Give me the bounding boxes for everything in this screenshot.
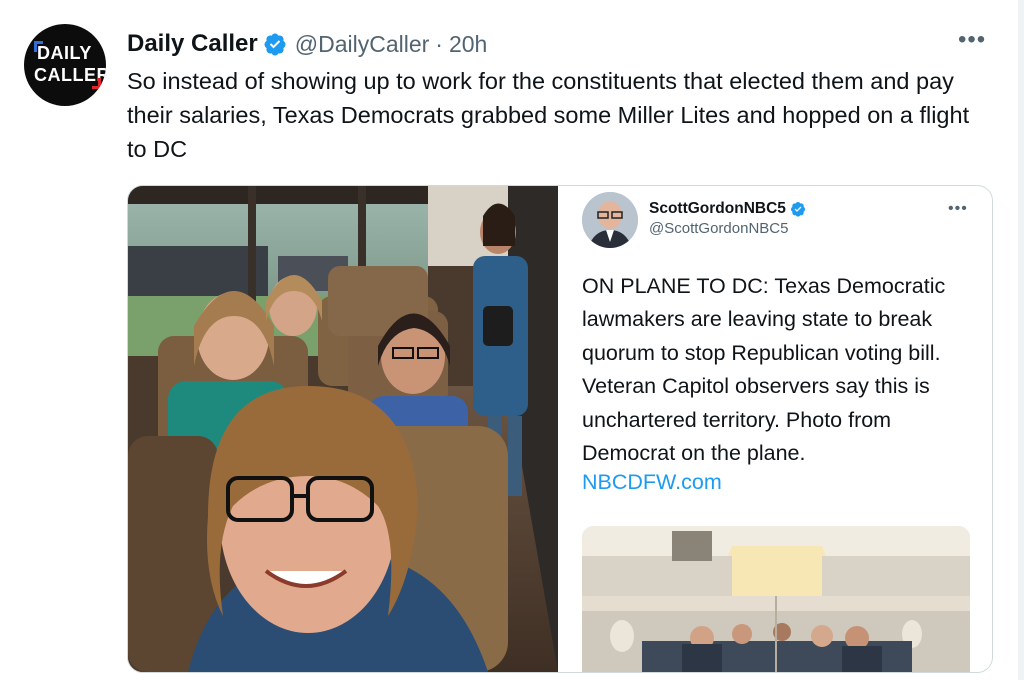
author-avatar[interactable]: DAILY CALLER: [24, 24, 106, 106]
verified-badge-icon: [263, 32, 287, 56]
quoted-author-handle[interactable]: @ScottGordonNBC5: [649, 220, 788, 237]
quoted-author-avatar[interactable]: [582, 192, 638, 248]
header-separator: ·: [435, 30, 443, 57]
avatar-logo-line1: DAILY: [37, 43, 92, 63]
selfie-photo[interactable]: [128, 186, 558, 672]
author-handle[interactable]: @DailyCaller: [295, 31, 430, 58]
logo-bracket-red: [92, 78, 101, 89]
column-divider: [1018, 0, 1024, 680]
more-options-icon[interactable]: •••: [958, 28, 986, 52]
quoted-verified-badge-icon: [790, 201, 806, 217]
plane-cabin-photo[interactable]: [582, 526, 970, 672]
tweet-text: So instead of showing up to work for the…: [127, 68, 970, 162]
tweet-timestamp[interactable]: 20h: [449, 31, 487, 58]
quoted-more-options-icon[interactable]: •••: [948, 200, 968, 218]
quoted-tweet[interactable]: ScottGordonNBC5 @ScottGordonNBC5 ••• ON …: [558, 186, 992, 672]
quoted-author-row: ScottGordonNBC5: [649, 200, 806, 218]
quoted-author-name[interactable]: ScottGordonNBC5: [649, 200, 786, 218]
author-name[interactable]: Daily Caller: [127, 30, 258, 58]
tweet-header: Daily Caller @DailyCaller · 20h: [127, 29, 487, 59]
quoted-tweet-link[interactable]: NBCDFW.com: [582, 470, 722, 495]
quoted-tweet-text: ON PLANE TO DC: Texas Democratic lawmake…: [582, 274, 946, 466]
tweet-media-card[interactable]: ScottGordonNBC5 @ScottGordonNBC5 ••• ON …: [127, 185, 993, 673]
